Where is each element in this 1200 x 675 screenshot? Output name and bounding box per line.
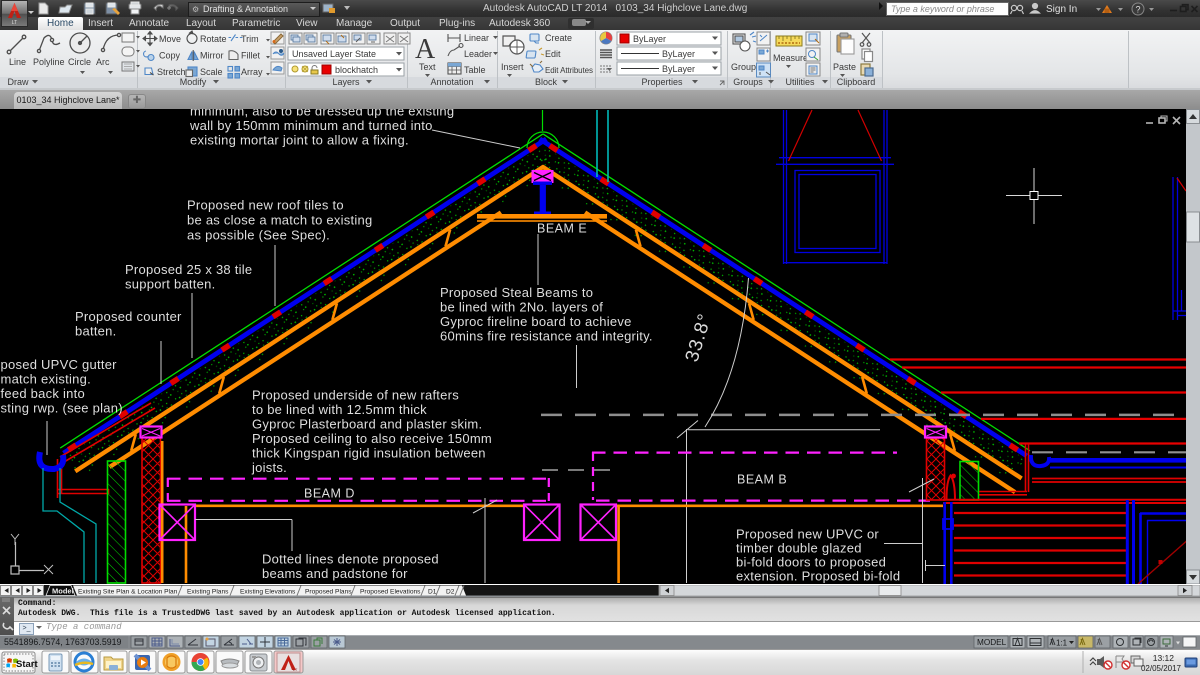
svg-text:Move: Move [159, 34, 181, 44]
svg-text:support batten.: support batten. [125, 277, 215, 292]
svg-text:Polyline: Polyline [33, 57, 65, 67]
svg-text:Array: Array [241, 67, 263, 77]
svg-text:BEAM B: BEAM B [737, 473, 787, 487]
svg-text:timber double glazed: timber double glazed [736, 541, 862, 556]
svg-text:beams and padstone for: beams and padstone for [262, 566, 408, 581]
svg-text:Copy: Copy [159, 51, 181, 61]
svg-text:BEAM D: BEAM D [304, 487, 355, 501]
svg-text:Sign In: Sign In [1046, 4, 1077, 15]
svg-text:Gyproc fireline board to achie: Gyproc fireline board to achieve [440, 314, 632, 329]
svg-text:be as close a match to existin: be as close a match to existing [187, 213, 373, 228]
svg-text:Start: Start [16, 659, 38, 670]
svg-text:Proposed 25 x 38 tile: Proposed 25 x 38 tile [125, 262, 252, 277]
svg-text:match existing.: match existing. [1, 372, 91, 387]
svg-text:Proposed Elevations: Proposed Elevations [360, 589, 421, 596]
svg-text:Circle: Circle [68, 57, 91, 67]
svg-text:Unsaved Layer State: Unsaved Layer State [292, 49, 376, 59]
svg-text:Text: Text [419, 62, 436, 72]
svg-text:to be lined with 12.5mm thick: to be lined with 12.5mm thick [252, 402, 427, 417]
svg-text:Annotation: Annotation [430, 77, 473, 87]
svg-text:Proposed ceiling to also recei: Proposed ceiling to also receive 150mm [252, 431, 492, 446]
svg-text:Insert: Insert [501, 62, 524, 72]
svg-text:ByLayer: ByLayer [633, 34, 666, 44]
svg-text:ByLayer: ByLayer [662, 49, 695, 59]
svg-text:Existing Elevations: Existing Elevations [240, 589, 296, 596]
svg-text:extension. Proposed bi-fold: extension. Proposed bi-fold [736, 569, 900, 584]
svg-text:batten.: batten. [75, 324, 117, 339]
svg-text:A: A [415, 34, 436, 65]
svg-text:as possible (See Spec).: as possible (See Spec). [187, 228, 330, 243]
svg-text:Arc: Arc [96, 57, 110, 67]
svg-text:Stretch: Stretch [157, 67, 186, 77]
svg-text:Proposed counter: Proposed counter [75, 309, 182, 324]
svg-text:Fillet: Fillet [241, 51, 261, 61]
svg-text:02/05/2017: 02/05/2017 [1141, 664, 1182, 673]
svg-text:D1: D1 [428, 589, 437, 596]
svg-text:joists.: joists. [251, 460, 287, 475]
svg-text:Dotted lines denote proposed: Dotted lines denote proposed [262, 552, 439, 567]
svg-text:existing mortar joint to allow: existing mortar joint to allow a fixing. [190, 133, 409, 148]
svg-text:Edit Attributes: Edit Attributes [545, 66, 593, 75]
svg-text:Existing Site Plan & Location: Existing Site Plan & Location Plan [78, 589, 178, 596]
svg-text:Block: Block [535, 77, 558, 87]
svg-text:Gyproc Plasterboard and plaste: Gyproc Plasterboard and plaster skim. [252, 417, 482, 432]
svg-text:33.8°: 33.8° [682, 311, 717, 365]
svg-text:Create: Create [545, 33, 572, 43]
svg-text:be lined with 2No. layers of: be lined with 2No. layers of [440, 300, 603, 315]
svg-text:feed back into: feed back into [1, 386, 85, 401]
svg-text:Line: Line [9, 57, 26, 67]
svg-text:Groups: Groups [733, 77, 763, 87]
svg-text:Paste: Paste [833, 62, 856, 72]
svg-text:?: ? [1135, 5, 1140, 15]
svg-text:Mirror: Mirror [200, 51, 224, 61]
svg-text:sting rwp. (see plan): sting rwp. (see plan) [1, 401, 123, 416]
svg-text:Draw: Draw [7, 77, 29, 87]
svg-text:Utilities: Utilities [785, 77, 815, 87]
svg-text:Rotate: Rotate [200, 34, 227, 44]
svg-text:60mins fire resistance and int: 60mins fire resistance and integrity. [440, 329, 653, 344]
svg-text:Edit: Edit [545, 49, 561, 59]
svg-text:Existing Plans: Existing Plans [187, 589, 229, 596]
svg-text:blockhatch: blockhatch [335, 65, 378, 75]
svg-text:1:1: 1:1 [1056, 639, 1068, 648]
svg-text:thick Kingspan rigid insulatio: thick Kingspan rigid insulation between [252, 446, 486, 461]
svg-text:Group: Group [731, 62, 756, 72]
svg-text:posed UPVC gutter: posed UPVC gutter [1, 357, 118, 372]
svg-text:LT: LT [12, 20, 17, 26]
svg-text:wall by 150mm minimum and turn: wall by 150mm minimum and turned into [189, 118, 433, 133]
svg-text:Trim: Trim [241, 34, 259, 44]
svg-text:ByLayer: ByLayer [662, 64, 695, 74]
svg-text:bi-fold doors to proposed: bi-fold doors to proposed [736, 555, 886, 570]
svg-text:Proposed new UPVC or: Proposed new UPVC or [736, 527, 879, 542]
svg-text:Scale: Scale [200, 67, 223, 77]
svg-text:13:12: 13:12 [1153, 653, 1175, 663]
svg-text:Leader: Leader [464, 49, 492, 59]
svg-text:Properties: Properties [641, 77, 683, 87]
svg-text:Table: Table [464, 65, 486, 75]
svg-text:Model: Model [52, 587, 74, 596]
svg-text:Proposed Plans: Proposed Plans [305, 589, 352, 596]
svg-text:BEAM E: BEAM E [537, 222, 587, 236]
svg-text:MODEL: MODEL [977, 638, 1007, 647]
svg-text:Linear: Linear [464, 33, 489, 43]
svg-text:Modify: Modify [180, 77, 207, 87]
svg-text:5541896.7574, 1763703.5919: 5541896.7574, 1763703.5919 [4, 637, 122, 647]
svg-text:Clipboard: Clipboard [837, 77, 876, 87]
svg-text:D2: D2 [446, 589, 455, 596]
svg-text:Measure: Measure [773, 53, 808, 63]
svg-text:Proposed Steal Beams to: Proposed Steal Beams to [440, 285, 593, 300]
svg-text:Proposed new roof tiles to: Proposed new roof tiles to [187, 198, 344, 213]
svg-text:LT: LT [293, 667, 298, 672]
svg-text:Layers: Layers [332, 77, 360, 87]
svg-text:Proposed underside of new raft: Proposed underside of new rafters [252, 388, 459, 403]
